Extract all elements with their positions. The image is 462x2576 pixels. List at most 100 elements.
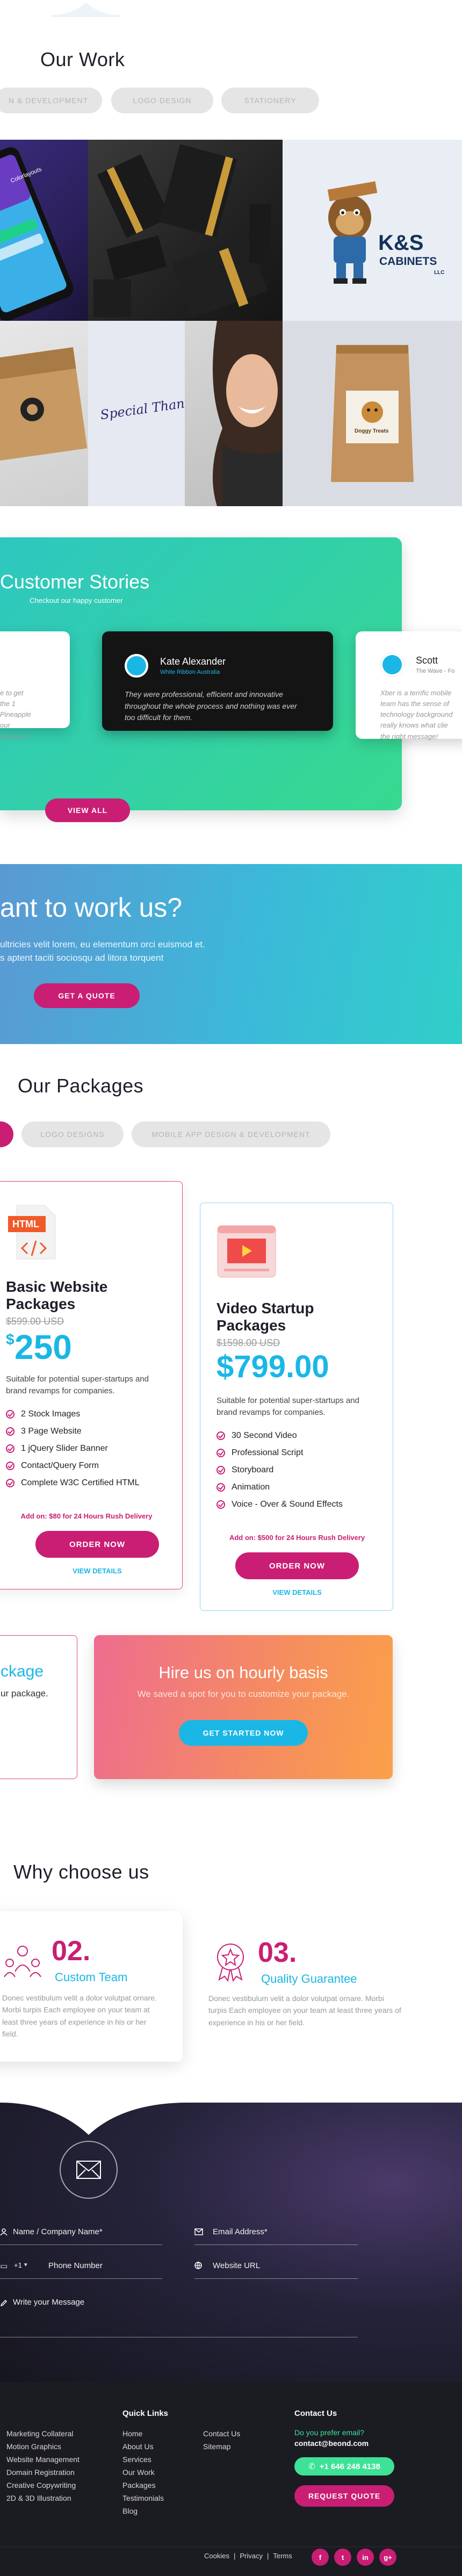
stationery-mockup-image <box>93 144 271 319</box>
filter-stationery[interactable]: STATIONERY <box>221 88 319 113</box>
ks-cabinets-logo-image <box>283 140 462 321</box>
footer-service-link[interactable]: Creative Copywriting <box>6 2479 76 2492</box>
footer-contact-title: Contact Us <box>294 2409 337 2418</box>
cta-line-2: s aptent taciti sociosqu ad litora torqu… <box>0 953 164 963</box>
hourly-title: Hire us on hourly basis <box>158 1663 328 1682</box>
custom-package-title: ckage <box>1 1663 44 1680</box>
mail-circle <box>60 2141 118 2199</box>
filter-mobile-app[interactable]: MOBILE APP DESIGN & DEVELOPMENT <box>132 1121 330 1147</box>
avatar <box>125 654 148 678</box>
cta-line-1: ultricies velit lorem, eu elementum orci… <box>0 939 205 949</box>
website-field-underline <box>194 2278 358 2279</box>
name-field[interactable]: Name / Company Name* <box>13 2227 103 2236</box>
filter-web-development[interactable]: N & DEVELOPMENT <box>0 88 102 113</box>
footer-cookies-link[interactable]: Cookies <box>204 2552 229 2560</box>
testimonial-card-left: e to get the 1 Pineapple our business <box>0 631 70 740</box>
footer-service-link[interactable]: Website Management <box>6 2453 80 2466</box>
phone-icon: ✆ <box>308 2462 315 2471</box>
filter-logo-designs[interactable]: LOGO DESIGNS <box>21 1121 124 1147</box>
email-field[interactable]: Email Address* <box>213 2227 268 2236</box>
why-title: Custom Team <box>55 1970 128 1984</box>
footer-service-link[interactable]: 2D & 3D Illustration <box>6 2492 71 2505</box>
filter-active-pill[interactable] <box>0 1121 13 1147</box>
stories-title: Customer Stories <box>0 571 150 593</box>
footer-link-home[interactable]: Home <box>122 2427 142 2440</box>
phone-field-underline <box>0 2278 162 2279</box>
phone-field[interactable]: Phone Number <box>48 2261 103 2270</box>
footer-service-link[interactable]: Domain Registration <box>6 2466 75 2479</box>
chevron-down-icon[interactable]: ▾ <box>24 2261 27 2268</box>
google-plus-icon[interactable]: g+ <box>379 2549 396 2566</box>
footer-link-contact[interactable]: Contact Us <box>203 2427 240 2440</box>
feature-item: Animation <box>216 1479 343 1496</box>
portfolio-tile-thank-you-card[interactable]: Special Thanks! <box>88 321 185 506</box>
footer-phone-button[interactable]: ✆ +1 646 248 4138 <box>294 2457 394 2476</box>
footer-link-services[interactable]: Services <box>122 2453 151 2466</box>
testimonial-left-quote: e to get the 1 Pineapple our business <box>0 689 31 740</box>
package-addon-note: Add on: $80 for 24 Hours Rush Delivery <box>20 1512 153 1520</box>
view-all-button[interactable]: VIEW ALL <box>45 798 130 822</box>
ks-logo-main-text: K&S <box>378 231 424 255</box>
footer-terms-link[interactable]: Terms <box>273 2552 292 2560</box>
request-quote-button[interactable]: REQUEST QUOTE <box>294 2485 394 2507</box>
portfolio-tile-portrait[interactable] <box>185 321 283 506</box>
footer-link-testimonials[interactable]: Testimonials <box>122 2492 164 2505</box>
smiling-woman-photo <box>213 321 283 506</box>
feature-item: 30 Second Video <box>216 1427 343 1444</box>
why-title: Quality Guarantee <box>261 1972 357 1985</box>
treat-pouch-image <box>331 345 414 482</box>
why-choose-title: Why choose us <box>13 1861 149 1883</box>
footer-link-packages[interactable]: Packages <box>122 2479 155 2492</box>
package-currency: $ <box>6 1331 15 1348</box>
footer-link-blog[interactable]: Blog <box>122 2505 138 2517</box>
check-circle-icon <box>6 1462 15 1470</box>
team-icon <box>4 1946 41 1977</box>
testimonial-card-featured: Kate Alexander White Ribbon Australia Th… <box>102 631 333 731</box>
footer-privacy-link[interactable]: Privacy <box>240 2552 263 2560</box>
footer-link-our-work[interactable]: Our Work <box>122 2466 155 2479</box>
footer-link-sitemap[interactable]: Sitemap <box>203 2440 230 2453</box>
feature-item: Storyboard <box>216 1462 343 1479</box>
testimonial-card-right: Scott The Wave - Fo Xber is a terrific m… <box>356 631 462 740</box>
facebook-icon[interactable]: f <box>312 2549 329 2566</box>
website-field[interactable]: Website URL <box>213 2261 260 2270</box>
footer-service-link[interactable]: Marketing Collateral <box>6 2427 74 2440</box>
custom-package-card: ckage ur package. <box>0 1635 77 1779</box>
why-number: 03. <box>258 1937 297 1968</box>
view-details-link[interactable]: VIEW DETAILS <box>0 1567 205 1575</box>
testimonial-right-quote: Xber is a terrific mobile team has the s… <box>380 689 453 740</box>
twitter-icon[interactable]: t <box>334 2549 351 2566</box>
package-feature-list: 2 Stock Images 3 Page Website 1 jQuery S… <box>6 1406 140 1492</box>
why-text: Donec vestibulum velit a dolor volutpat … <box>208 1994 401 2027</box>
portfolio-tile-mobile-app[interactable]: Colorlayouts <box>0 140 88 321</box>
get-started-now-button[interactable]: GET STARTED NOW <box>179 1720 308 1746</box>
view-details-link[interactable]: VIEW DETAILS <box>200 1588 394 1596</box>
filter-logo-design[interactable]: LOGO DESIGN <box>111 88 213 113</box>
phone-prefix[interactable]: +1 <box>14 2261 22 2269</box>
testimonial-right-role: The Wave - Fo <box>416 668 455 674</box>
globe-icon <box>194 2262 202 2269</box>
footer-quick-links-title: Quick Links <box>122 2409 169 2418</box>
footer-email-link[interactable]: contact@beond.com <box>294 2439 369 2448</box>
footer-link-about[interactable]: About Us <box>122 2440 154 2453</box>
why-text: Donec vestibulum velit a dolor volutpat … <box>2 1994 157 2039</box>
portfolio-tile-stationery[interactable] <box>88 140 283 321</box>
package-price: $799.00 <box>216 1349 329 1384</box>
package-feature-list: 30 Second Video Professional Script Stor… <box>216 1427 343 1513</box>
avatar <box>380 653 404 677</box>
box-packaging-image <box>0 347 88 461</box>
get-a-quote-button[interactable]: GET A QUOTE <box>34 983 140 1008</box>
portfolio-tile-packaging[interactable] <box>0 321 88 506</box>
message-field[interactable]: Write your Message <box>13 2298 84 2307</box>
hourly-basis-card: Hire us on hourly basis We saved a spot … <box>94 1635 393 1779</box>
package-old-price: $599.00 USD <box>6 1316 64 1327</box>
user-icon <box>0 2228 8 2236</box>
order-now-button[interactable]: ORDER NOW <box>35 1531 159 1558</box>
portfolio-tile-pouch[interactable]: Doggy Treats <box>283 321 462 506</box>
flag-icon[interactable]: ▭ <box>0 2261 8 2271</box>
portfolio-tile-logo[interactable]: K&S CABINETS LLC <box>283 140 462 321</box>
feature-item: 1 jQuery Slider Banner <box>6 1440 140 1457</box>
linkedin-icon[interactable]: in <box>357 2549 374 2566</box>
footer-service-link[interactable]: Motion Graphics <box>6 2440 61 2453</box>
order-now-button[interactable]: ORDER NOW <box>235 1552 359 1579</box>
